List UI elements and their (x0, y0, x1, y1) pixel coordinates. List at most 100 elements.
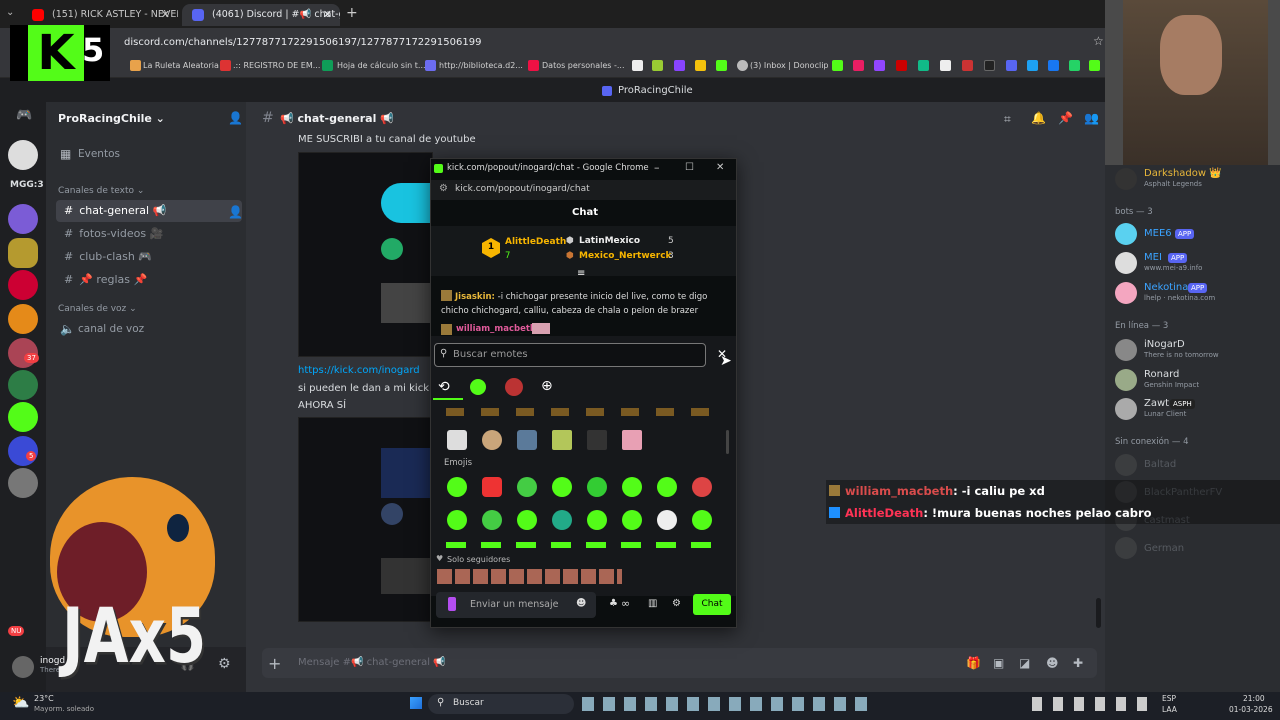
leader-name[interactable]: Mexico_Nertwerck (579, 251, 672, 261)
emote[interactable] (552, 430, 572, 450)
globe-emotes-tab-icon[interactable]: ⊕ (541, 378, 553, 394)
text-channels-header[interactable]: Canales de texto ⌄ (58, 186, 144, 196)
emote-row-partial[interactable] (446, 542, 716, 548)
emote[interactable] (552, 510, 572, 530)
bookmark-datos[interactable]: Datos personales -... (542, 61, 625, 70)
bookmark-icon[interactable] (962, 60, 973, 71)
expand-icon[interactable]: ≡ (577, 268, 585, 279)
maximize-button[interactable]: ☐ (685, 162, 694, 173)
bookmark-hoja[interactable]: Hoja de cálculo sin t... (337, 61, 426, 70)
kick-emotes-tab-icon[interactable] (470, 379, 486, 395)
emote[interactable] (587, 510, 607, 530)
bookmark-icon[interactable] (940, 60, 951, 71)
bookmark-icon[interactable] (632, 60, 643, 71)
channel-chat-general[interactable]: # chat-general 📢 (56, 200, 242, 222)
avatar[interactable] (1115, 168, 1137, 190)
leader-name[interactable]: AlittleDeath (505, 237, 566, 247)
emote[interactable] (692, 477, 712, 497)
keyboard-layout[interactable]: LAA (1162, 705, 1177, 714)
member-name[interactable]: Darkshadow 👑 (1144, 168, 1222, 179)
avatar[interactable] (1115, 369, 1137, 391)
bell-icon[interactable]: 🔔 (1031, 111, 1046, 125)
gift-icon[interactable]: 🎁 (966, 656, 981, 670)
member-name[interactable]: Zawt (1144, 398, 1169, 409)
taskbar-search[interactable] (428, 694, 574, 714)
store-icon[interactable]: ▥ (648, 598, 657, 609)
channel-fotos-videos[interactable]: # fotos-videos 🎥 (56, 223, 242, 245)
bookmark-icon[interactable] (652, 60, 663, 71)
avatar[interactable] (1115, 282, 1137, 304)
server-name[interactable]: ProRacingChile ⌄ (58, 112, 165, 125)
emote[interactable] (447, 477, 467, 497)
bookmark-registro[interactable]: .:: REGISTRO DE EM... (233, 61, 320, 70)
bookmark-icon[interactable] (1048, 60, 1059, 71)
close-icon[interactable]: ✕ (161, 8, 170, 21)
add-member-icon[interactable]: 👤 (228, 205, 243, 219)
emote[interactable] (447, 510, 467, 530)
send-chat-button[interactable]: Chat (693, 594, 731, 615)
threads-icon[interactable]: ⌗ (1004, 112, 1011, 127)
member-name[interactable]: Ronard (1144, 369, 1179, 380)
bookmark-icon[interactable] (674, 60, 685, 71)
kick-icon[interactable] (1089, 60, 1100, 71)
sticker-icon[interactable]: ◪ (1019, 656, 1030, 670)
avatar[interactable] (1115, 454, 1137, 476)
message-link[interactable]: https://kick.com/inogard (298, 365, 420, 376)
server-icon[interactable] (8, 402, 38, 432)
voice-channel[interactable]: canal de voz (78, 323, 144, 335)
add-member-icon[interactable]: 👤 (228, 111, 243, 125)
server-icon[interactable] (8, 370, 38, 400)
picker-scrollbar[interactable] (726, 430, 729, 454)
emote[interactable] (692, 510, 712, 530)
bookmark-icon[interactable] (896, 60, 907, 71)
server-icon[interactable] (8, 238, 38, 268)
kick-icon[interactable] (716, 60, 727, 71)
gif-icon[interactable]: ▣ (993, 656, 1004, 670)
emote[interactable] (517, 510, 537, 530)
emote[interactable] (587, 477, 607, 497)
weather-icon[interactable]: ⛅ (12, 695, 29, 711)
bookmark-biblioteca[interactable]: http://biblioteca.d2... (439, 61, 523, 70)
member-name[interactable]: German (1144, 543, 1184, 554)
member-name[interactable]: Nekotina (1144, 282, 1188, 293)
tune-icon[interactable]: ⚙ (439, 183, 448, 194)
emote-row-partial[interactable] (446, 408, 716, 416)
leader-name[interactable]: LatinMexico (579, 236, 640, 246)
new-tab-button[interactable]: + (346, 5, 358, 21)
tab-discord[interactable]: (4061) Discord | #📢 chat-gener ✕ (182, 4, 340, 26)
bookmark-inbox[interactable]: (3) Inbox | Donoclip (750, 61, 829, 70)
bookmark-icon[interactable] (695, 60, 706, 71)
pin-icon[interactable]: 📌 (1058, 111, 1073, 125)
users-icon[interactable]: ♣ (609, 598, 618, 609)
avatar[interactable] (1115, 252, 1137, 274)
member-name[interactable]: iNogarD (1144, 339, 1185, 350)
system-tray-icons[interactable] (1032, 697, 1150, 711)
avatar[interactable] (1115, 339, 1137, 361)
emote[interactable] (517, 477, 537, 497)
bookmark-ruleta[interactable]: La Ruleta Aleatoria (143, 61, 219, 70)
tab-search-icon[interactable]: ⌄ (6, 7, 14, 18)
whatsapp-icon[interactable] (1069, 60, 1080, 71)
bookmark-icon[interactable] (832, 60, 843, 71)
language-indicator[interactable]: ESP (1162, 694, 1176, 703)
server-label[interactable]: MGG:3 (10, 180, 44, 190)
server-icon[interactable] (8, 140, 38, 170)
avatar[interactable] (1115, 223, 1137, 245)
emoji-icon[interactable]: ☻ (1046, 656, 1059, 670)
clock-time[interactable]: 21:00 (1243, 694, 1265, 703)
emote[interactable] (587, 430, 607, 450)
server-icon[interactable] (8, 304, 38, 334)
bookmark-icon[interactable] (918, 60, 929, 71)
emote[interactable] (482, 510, 502, 530)
infinity-icon[interactable]: ∞ (621, 597, 630, 610)
members-icon[interactable]: 👥 (1084, 111, 1099, 125)
chat-user[interactable]: william_macbeth: (456, 324, 539, 334)
emote[interactable] (552, 477, 572, 497)
recent-tab-icon[interactable]: ⟲ (438, 379, 450, 395)
avatar[interactable] (1115, 537, 1137, 559)
bookmark-icon[interactable] (853, 60, 864, 71)
add-attachment-icon[interactable]: + (268, 654, 281, 673)
taskbar-app-icons[interactable] (582, 697, 874, 711)
emote[interactable] (622, 510, 642, 530)
scrollbar[interactable] (1096, 598, 1101, 628)
